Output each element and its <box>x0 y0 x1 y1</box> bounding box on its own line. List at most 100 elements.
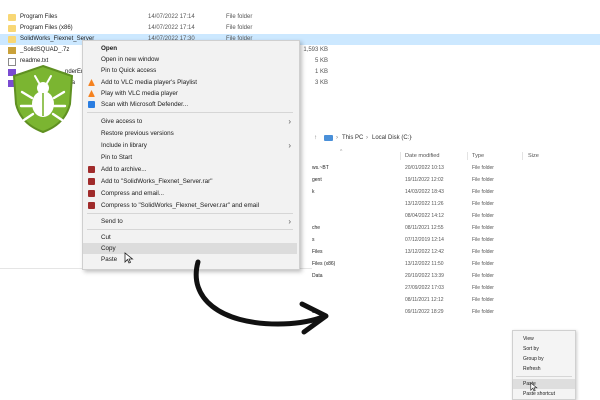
desktop-context-menu: View Sort by Group by Refresh Paste Past… <box>512 330 576 400</box>
menu-label: Paste shortcut <box>523 391 555 397</box>
menu-label: Add to "SolidWorks_Flexnet_Server.rar" <box>101 178 213 185</box>
column-divider <box>400 152 401 160</box>
menu-item-compress-email[interactable]: Compress and email... <box>83 188 297 199</box>
winrar-icon <box>88 190 95 197</box>
menu-label: Paste <box>101 256 118 263</box>
menu-item-pin-quick-access[interactable]: Pin to Quick access <box>83 65 297 76</box>
date-modified: 13/12/2022 11:26 <box>405 201 444 207</box>
file-date: 14/07/2022 17:14 <box>148 25 195 31</box>
table-row[interactable]: Files 13/12/2022 12:42 File folder <box>312 246 600 258</box>
menu-separator <box>87 229 293 230</box>
menu-label: Open in new window <box>101 56 160 63</box>
item-type: File folder <box>472 273 494 279</box>
table-row[interactable]: Files (x86) 13/12/2022 11:50 File folder <box>312 258 600 270</box>
menu-item-add-archive[interactable]: Add to archive... <box>83 164 297 175</box>
up-arrow-icon[interactable]: ↑ <box>314 132 317 144</box>
chevron-right-icon: › <box>410 135 412 141</box>
menu-item-restore-versions[interactable]: Restore previous versions <box>83 128 297 139</box>
menu-label: Open <box>101 45 118 52</box>
table-row[interactable]: k 14/03/2022 18:43 File folder <box>312 186 600 198</box>
date-modified: 07/12/2019 12:14 <box>405 237 444 243</box>
file-row[interactable]: Program Files 14/07/2022 17:14 File fold… <box>0 12 600 23</box>
item-type: File folder <box>472 249 494 255</box>
folder-name: gent <box>312 177 322 183</box>
breadcrumb-local-disk[interactable]: Local Disk (C:) <box>372 132 411 144</box>
context-menu: Open Open in new window Pin to Quick acc… <box>82 40 300 270</box>
winrar-icon <box>88 178 95 185</box>
table-row[interactable]: 08/04/2022 14:12 File folder <box>312 210 600 222</box>
item-type: File folder <box>472 177 494 183</box>
file-name: Program Files (x86) <box>20 25 73 31</box>
item-type: File folder <box>472 309 494 315</box>
menu-item-paste-shortcut[interactable]: Paste shortcut <box>513 389 575 399</box>
folder-name: Files <box>312 249 323 255</box>
menu-item-open-new-window[interactable]: Open in new window <box>83 54 297 65</box>
menu-label: Give access to <box>101 118 143 125</box>
table-row[interactable]: 08/11/2021 12:12 File folder <box>312 294 600 306</box>
file-row[interactable]: Program Files (x86) 14/07/2022 17:14 Fil… <box>0 23 600 34</box>
mouse-pointer-icon <box>530 382 538 392</box>
menu-label: Pin to Quick access <box>101 67 157 74</box>
folder-name: che <box>312 225 321 231</box>
menu-item-group-by[interactable]: Group by <box>513 354 575 364</box>
date-modified: 08/11/2021 12:12 <box>405 297 444 303</box>
table-row[interactable]: gent 19/11/2022 12:02 File folder <box>312 174 600 186</box>
menu-label: Sort by <box>523 346 539 352</box>
table-row[interactable]: che 08/11/2021 12:55 File folder <box>312 222 600 234</box>
folder-icon <box>8 25 16 32</box>
table-row[interactable]: ws.~BT 20/01/2022 10:13 File folder <box>312 162 600 174</box>
menu-item-add-rar[interactable]: Add to "SolidWorks_Flexnet_Server.rar" <box>83 176 297 187</box>
menu-label: Include in library <box>101 142 147 149</box>
menu-label: Pin to Start <box>101 154 133 161</box>
folder-name: k <box>312 189 315 195</box>
table-row[interactable]: Data 20/10/2022 13:39 File folder <box>312 270 600 282</box>
table-row[interactable]: s 07/12/2019 12:14 File folder <box>312 234 600 246</box>
mouse-pointer-icon <box>124 252 134 264</box>
chevron-right-icon: › <box>288 217 291 226</box>
column-header-type[interactable]: Type <box>472 150 484 162</box>
file-name: _SolidSQUAD_.7z <box>20 47 70 53</box>
menu-label: Restore previous versions <box>101 130 174 137</box>
item-type: File folder <box>472 165 494 171</box>
date-modified: 13/12/2022 12:42 <box>405 249 444 255</box>
breadcrumb-this-pc[interactable]: This PC <box>342 132 363 144</box>
folder-name: ws.~BT <box>312 165 329 171</box>
archive-icon <box>8 47 16 54</box>
menu-item-open[interactable]: Open <box>83 43 297 54</box>
menu-item-paste[interactable]: Paste <box>513 379 575 389</box>
menu-label: Add to VLC media player's Playlist <box>101 79 198 86</box>
menu-item-vlc-play[interactable]: Play with VLC media player <box>83 88 297 99</box>
date-modified: 13/12/2022 11:50 <box>405 261 444 267</box>
menu-item-copy[interactable]: Copy <box>83 243 297 254</box>
menu-item-view[interactable]: View <box>513 334 575 344</box>
column-header-size[interactable]: Size <box>528 150 539 162</box>
defender-icon <box>88 101 95 108</box>
table-row[interactable]: 27/09/2022 17:03 File folder <box>312 282 600 294</box>
table-row[interactable]: s 09/11/2022 18:29 File folder <box>312 306 600 318</box>
chevron-right-icon: › <box>288 141 291 150</box>
file-date: 14/07/2022 17:14 <box>148 14 195 20</box>
menu-label: Play with VLC media player <box>101 90 178 97</box>
item-type: File folder <box>472 189 494 195</box>
menu-separator <box>87 112 293 113</box>
vlc-icon <box>88 79 95 86</box>
menu-item-compress-rar-email[interactable]: Compress to "SolidWorks_Flexnet_Server.r… <box>83 200 297 211</box>
defender-shield-logo <box>12 64 74 134</box>
menu-item-pin-start[interactable]: Pin to Start <box>83 152 297 163</box>
menu-item-cut[interactable]: Cut <box>83 232 297 243</box>
menu-item-vlc-playlist[interactable]: Add to VLC media player's Playlist <box>83 77 297 88</box>
item-type: File folder <box>472 297 494 303</box>
table-row[interactable]: 13/12/2022 11:26 File folder <box>312 198 600 210</box>
date-modified: 08/11/2021 12:55 <box>405 225 444 231</box>
column-header-date[interactable]: Date modified <box>405 150 440 162</box>
chevron-right-icon: › <box>336 135 338 141</box>
menu-item-send-to[interactable]: Send to › <box>83 216 297 227</box>
menu-item-scan-defender[interactable]: Scan with Microsoft Defender... <box>83 99 297 110</box>
menu-item-sort-by[interactable]: Sort by <box>513 344 575 354</box>
menu-label: Add to archive... <box>101 166 147 173</box>
menu-item-refresh[interactable]: Refresh <box>513 364 575 374</box>
date-modified: 19/11/2022 12:02 <box>405 177 444 183</box>
menu-item-include-library[interactable]: Include in library › <box>83 140 297 151</box>
file-type: File folder <box>226 25 253 31</box>
menu-item-give-access[interactable]: Give access to › <box>83 116 297 127</box>
